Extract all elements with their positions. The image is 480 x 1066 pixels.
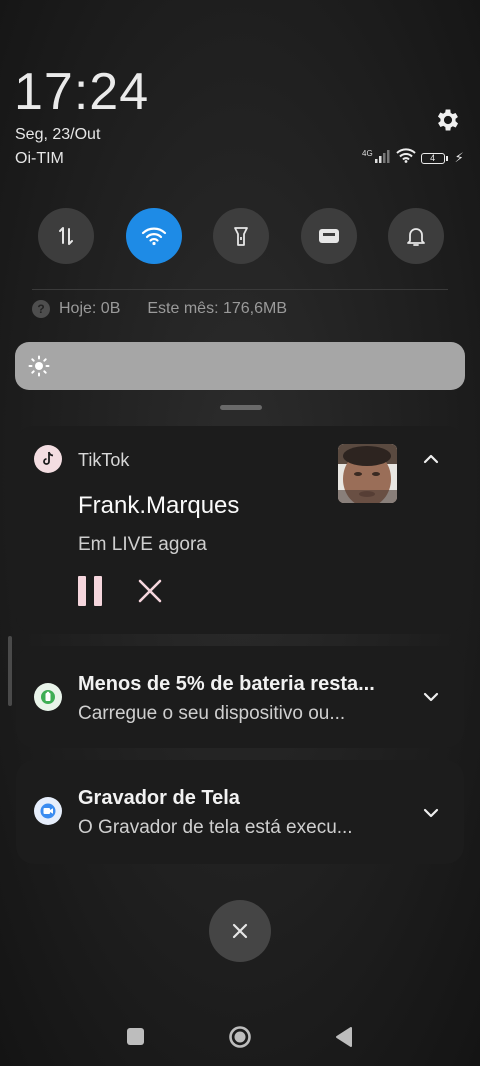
cast-icon xyxy=(318,229,339,243)
clear-all-button[interactable] xyxy=(209,900,271,962)
chevron-up-icon[interactable] xyxy=(421,449,441,469)
help-icon: ? xyxy=(32,300,50,318)
close-icon xyxy=(232,923,248,939)
home-button[interactable] xyxy=(228,1025,252,1049)
close-icon[interactable] xyxy=(136,577,164,605)
qs-flashlight-tile[interactable] xyxy=(213,208,269,264)
bell-icon xyxy=(407,228,425,246)
qs-cast-tile[interactable] xyxy=(300,208,357,264)
back-button[interactable] xyxy=(334,1026,354,1048)
settings-gear-icon[interactable] xyxy=(434,106,462,134)
qs-wifi-tile[interactable] xyxy=(125,208,182,264)
data-today-label: Hoje: 0B xyxy=(59,300,121,317)
notification-title: Frank.Marques xyxy=(78,492,240,519)
navigation-bar xyxy=(0,1014,480,1058)
status-bar-icons: 4G 4 ⚡ xyxy=(362,148,464,168)
scroll-indicator xyxy=(8,636,12,706)
chevron-down-icon[interactable] xyxy=(421,803,441,823)
carrier-label: Oi-TIM xyxy=(15,150,64,167)
tiktok-icon xyxy=(34,445,62,473)
notification-title: Gravador de Tela xyxy=(78,787,240,809)
brightness-slider[interactable] xyxy=(15,342,465,390)
notification-text: O Gravador de tela está execu... xyxy=(78,817,353,838)
wifi-status-icon xyxy=(395,148,416,168)
sun-icon xyxy=(28,355,50,377)
network-type-label: 4G xyxy=(362,148,373,158)
battery-saver-icon xyxy=(34,683,62,711)
recents-button[interactable] xyxy=(127,1028,144,1045)
battery-level: 4 xyxy=(420,152,445,164)
notification-app-name: TikTok xyxy=(78,450,130,470)
notification-card-recorder[interactable]: Gravador de Tela O Gravador de tela está… xyxy=(16,760,464,864)
charging-bolt-icon: ⚡ xyxy=(454,150,464,165)
quick-settings-row xyxy=(38,208,444,264)
wifi-icon xyxy=(141,227,166,246)
date-label: Seg, 23/Out xyxy=(15,126,101,143)
data-usage-row[interactable]: ? Hoje: 0B Este mês: 176,6MB xyxy=(32,300,287,318)
notification-card-tiktok[interactable]: TikTok Frank.Marques Em LIVE agora xyxy=(16,426,464,634)
pause-button[interactable] xyxy=(78,576,104,606)
flashlight-icon xyxy=(234,227,248,246)
signal-icon xyxy=(374,149,391,168)
divider xyxy=(32,289,448,290)
notification-text: Carregue o seu dispositivo ou... xyxy=(78,703,346,724)
notification-card-battery[interactable]: Menos de 5% de bateria resta... Carregue… xyxy=(16,646,464,748)
drag-handle[interactable] xyxy=(220,405,262,410)
avatar xyxy=(338,444,397,503)
mobile-data-icon xyxy=(59,227,73,245)
notification-title: Menos de 5% de bateria resta... xyxy=(78,673,375,695)
clock[interactable]: 17:24 xyxy=(14,62,149,122)
data-month-label: Este mês: 176,6MB xyxy=(147,300,287,317)
qs-mobile-data-tile[interactable] xyxy=(38,208,94,264)
notification-text: Em LIVE agora xyxy=(78,534,207,555)
chevron-down-icon[interactable] xyxy=(421,687,441,707)
screen-recorder-icon xyxy=(34,797,62,825)
qs-bell-tile[interactable] xyxy=(388,208,444,264)
battery-icon: 4 xyxy=(420,152,448,164)
